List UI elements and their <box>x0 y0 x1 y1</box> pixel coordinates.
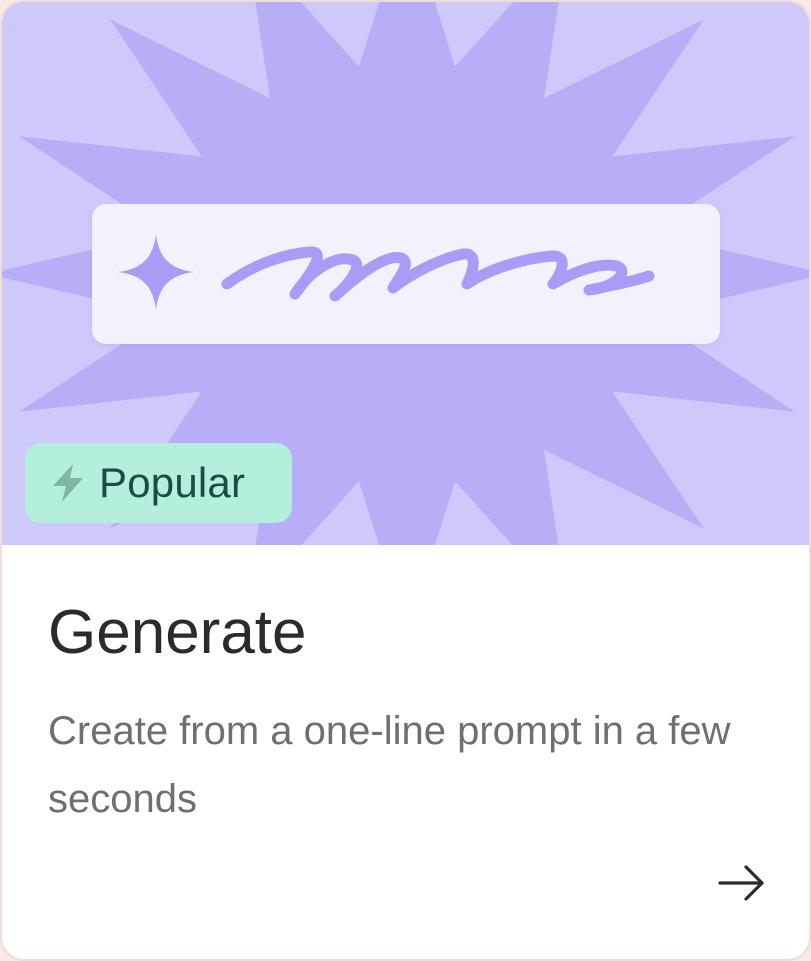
popular-badge: Popular <box>25 443 292 523</box>
card-description: Create from a one-line prompt in a few s… <box>48 709 731 821</box>
card-title: Generate <box>48 598 307 667</box>
sparkle-icon <box>118 234 194 310</box>
lightning-bolt-icon <box>53 464 83 502</box>
prompt-illustration-box <box>92 204 720 344</box>
squiggle-text-illustration <box>221 246 655 302</box>
badge-label: Popular <box>99 459 246 506</box>
generate-card[interactable]: Popular Generate Create from a one-line … <box>0 0 811 961</box>
card-content: Generate Create from a one-line prompt i… <box>2 545 809 959</box>
arrow-right-icon[interactable] <box>714 855 770 911</box>
card-illustration: Popular <box>2 2 809 545</box>
